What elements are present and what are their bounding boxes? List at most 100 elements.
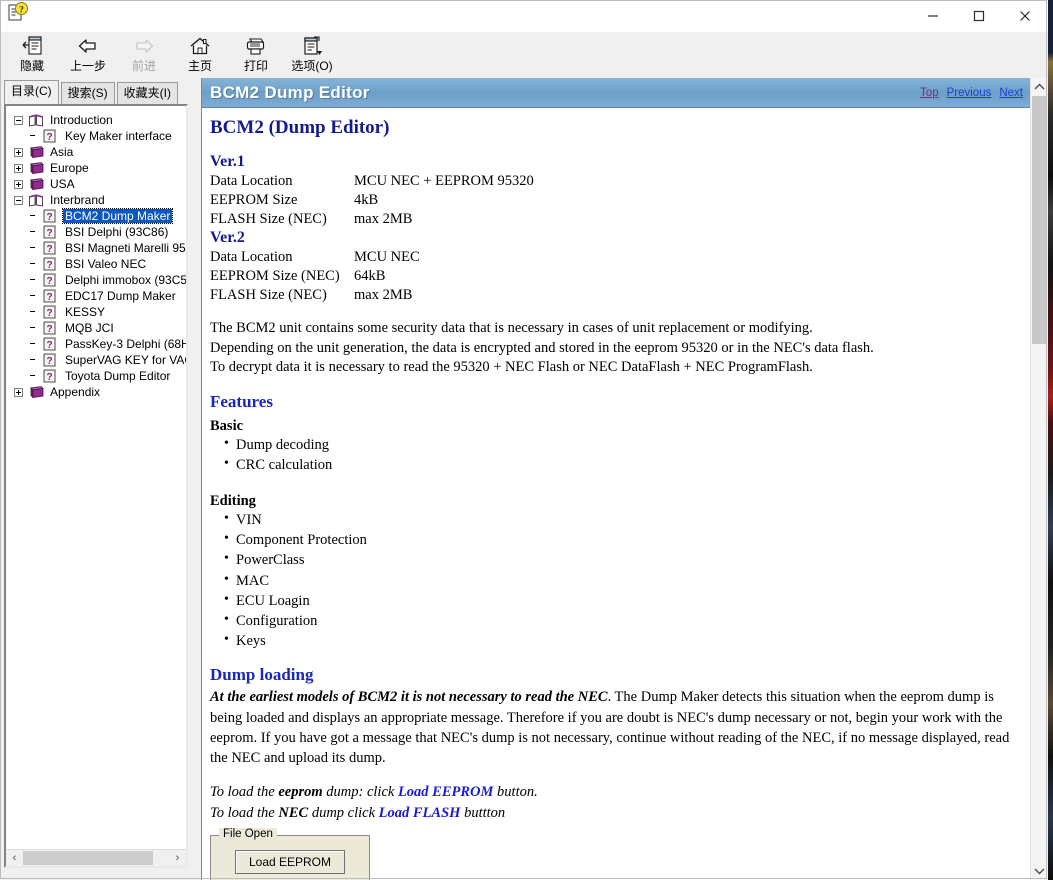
link-previous[interactable]: Previous xyxy=(947,87,992,99)
expand-plus-icon[interactable] xyxy=(14,179,23,189)
tree-item-label: SuperVAG KEY for VAG xyxy=(65,353,186,367)
load-emphasis: eeprom xyxy=(278,784,323,801)
collapse-minus-icon[interactable] xyxy=(14,195,23,205)
tab-favorites[interactable]: 收藏夹(I) xyxy=(116,82,178,105)
tree-item[interactable]: Appendix xyxy=(14,384,186,400)
load-eeprom-button[interactable]: Load EEPROM xyxy=(235,850,345,875)
file-open-legend: File Open xyxy=(219,828,277,841)
help-topic-icon: ? xyxy=(43,209,59,223)
load-pre: To load the xyxy=(210,784,279,801)
tree-expander-spacer xyxy=(29,356,38,365)
toolbar-print-button[interactable]: 打印 xyxy=(228,32,284,78)
tree-expander-spacer xyxy=(29,132,38,141)
tree-item[interactable]: Introduction xyxy=(14,112,186,128)
tree-expander-spacer xyxy=(29,308,38,317)
scroll-down-arrow[interactable] xyxy=(1031,862,1048,880)
maximize-button[interactable] xyxy=(956,0,1002,31)
tree-horizontal-scrollbar[interactable]: ‹ › xyxy=(6,849,186,866)
tree-item[interactable]: ? KESSY xyxy=(14,304,186,320)
options-icon xyxy=(300,34,324,58)
tree-item[interactable]: ? Delphi immobox (93C56) xyxy=(14,272,186,288)
scroll-thumb[interactable] xyxy=(1032,96,1047,344)
toolbar-home-button[interactable]: 主页 xyxy=(172,32,228,78)
toolbar-hide-label: 隐藏 xyxy=(19,59,44,73)
tree-item[interactable]: ? BSI Valeo NEC xyxy=(14,256,186,272)
minimize-button[interactable] xyxy=(910,0,956,31)
toolbar-forward-button[interactable]: 前进 xyxy=(116,32,172,78)
spec-value: MCU NEC + EEPROM 95320 xyxy=(354,173,534,189)
tree-expander-spacer xyxy=(29,228,38,237)
tree-expander-spacer xyxy=(29,324,38,333)
spec-value: 64kB xyxy=(354,268,386,284)
main-split: 目录(C) 搜索(S) 收藏夹(I) Introduction? Key Make… xyxy=(0,78,1048,880)
load-button-name: Load FLASH xyxy=(378,804,461,821)
expand-plus-icon[interactable] xyxy=(14,163,23,173)
tree-scroll-track[interactable] xyxy=(23,850,169,866)
toolbar-options-button[interactable]: 选项(O) xyxy=(284,32,340,78)
intro-paragraph: The BCM2 unit contains some security dat… xyxy=(210,319,1021,378)
help-topic-icon: ? xyxy=(43,289,59,303)
spec-key: Data Location xyxy=(210,249,293,265)
tree-scroll-thumb[interactable] xyxy=(23,851,153,865)
spec-row: FLASH Size (NEC) max 2MB xyxy=(210,286,1021,305)
hide-pane-icon xyxy=(21,34,43,58)
svg-text:?: ? xyxy=(46,276,52,287)
tree-scroll-left-arrow[interactable]: ‹ xyxy=(6,850,23,866)
tree-item[interactable]: ? BCM2 Dump Maker xyxy=(14,208,186,224)
feature-group-editing: Editing VIN Component Protection PowerCl… xyxy=(210,493,1021,651)
tree-item[interactable]: Europe xyxy=(14,160,186,176)
tree-item[interactable]: ? Toyota Dump Editor xyxy=(14,368,186,384)
tree-item-label: BCM2 Dump Maker xyxy=(61,208,174,224)
toolbar-back-button[interactable]: 上一步 xyxy=(60,32,116,78)
help-topic-icon: ? xyxy=(43,225,59,239)
feature-list: Dump decoding CRC calculation xyxy=(210,433,1021,475)
tree-item-label: EDC17 Dump Maker xyxy=(65,289,176,303)
load-button-name: Load EEPROM xyxy=(397,784,494,801)
list-item: VIN xyxy=(224,509,1021,530)
tree-item[interactable]: ? SuperVAG KEY for VAG xyxy=(14,352,186,368)
tree-item[interactable]: ? MQB JCI xyxy=(14,320,186,336)
help-viewer-window: ? 隐藏 上一步 前进 主页 打印 选项(O) 目录(C) 搜索(S) 收藏夹(… xyxy=(0,0,1048,880)
tree-expander-spacer xyxy=(29,372,38,381)
tree-item[interactable]: ? BSI Magneti Marelli 9516 xyxy=(14,240,186,256)
help-topic-icon: ? xyxy=(43,369,59,383)
tree-item-label: KESSY xyxy=(65,305,106,319)
tree-item[interactable]: ? PassKey-3 Delphi (68HC xyxy=(14,336,186,352)
tree-item-label: BSI Delphi (93C86) xyxy=(65,225,169,239)
content-banner: BCM2 Dump Editor Top Previous Next xyxy=(202,78,1031,108)
tree-item[interactable]: Interbrand xyxy=(14,192,186,208)
tree-item[interactable]: ? Key Maker interface xyxy=(14,128,186,144)
expand-plus-icon[interactable] xyxy=(14,147,23,157)
list-item: Dump decoding xyxy=(224,433,1021,455)
scroll-up-arrow[interactable] xyxy=(1031,78,1048,96)
feature-subheading: Editing xyxy=(210,492,256,509)
toolbar-hide-button[interactable]: 隐藏 xyxy=(4,32,60,78)
toolbar-back-label: 上一步 xyxy=(69,59,106,73)
topic-nav-links: Top Previous Next xyxy=(920,87,1023,99)
close-button[interactable] xyxy=(1002,0,1048,31)
tree-item-label: MQB JCI xyxy=(65,321,114,335)
tab-contents[interactable]: 目录(C) xyxy=(4,80,59,105)
tree-item[interactable]: USA xyxy=(14,176,186,192)
help-topic-icon: ? xyxy=(43,273,59,287)
link-top[interactable]: Top xyxy=(920,87,939,99)
tree-item[interactable]: ? BSI Delphi (93C86) xyxy=(14,224,186,240)
tree-scroll-right-arrow[interactable]: › xyxy=(169,850,186,866)
expand-plus-icon[interactable] xyxy=(14,387,23,397)
tree-item-label: USA xyxy=(50,177,75,191)
spec-row: Data Location MCU NEC + EEPROM 95320 xyxy=(210,172,1021,191)
link-next[interactable]: Next xyxy=(999,87,1023,99)
list-item: Configuration xyxy=(224,610,1021,631)
tab-search[interactable]: 搜索(S) xyxy=(60,82,115,105)
navigation-pane: 目录(C) 搜索(S) 收藏夹(I) Introduction? Key Make… xyxy=(0,78,196,880)
toolbar-forward-label: 前进 xyxy=(131,59,156,73)
collapse-minus-icon[interactable] xyxy=(14,115,23,125)
list-item: ECU Loagin xyxy=(224,590,1021,611)
open-book-icon xyxy=(28,113,44,127)
content-vertical-scrollbar[interactable] xyxy=(1030,78,1048,880)
tree-item[interactable]: Asia xyxy=(14,144,186,160)
closed-book-icon xyxy=(28,385,44,399)
load-mid: dump: click xyxy=(322,784,398,801)
spec-value: 4kB xyxy=(354,192,379,208)
tree-item[interactable]: ? EDC17 Dump Maker xyxy=(14,288,186,304)
